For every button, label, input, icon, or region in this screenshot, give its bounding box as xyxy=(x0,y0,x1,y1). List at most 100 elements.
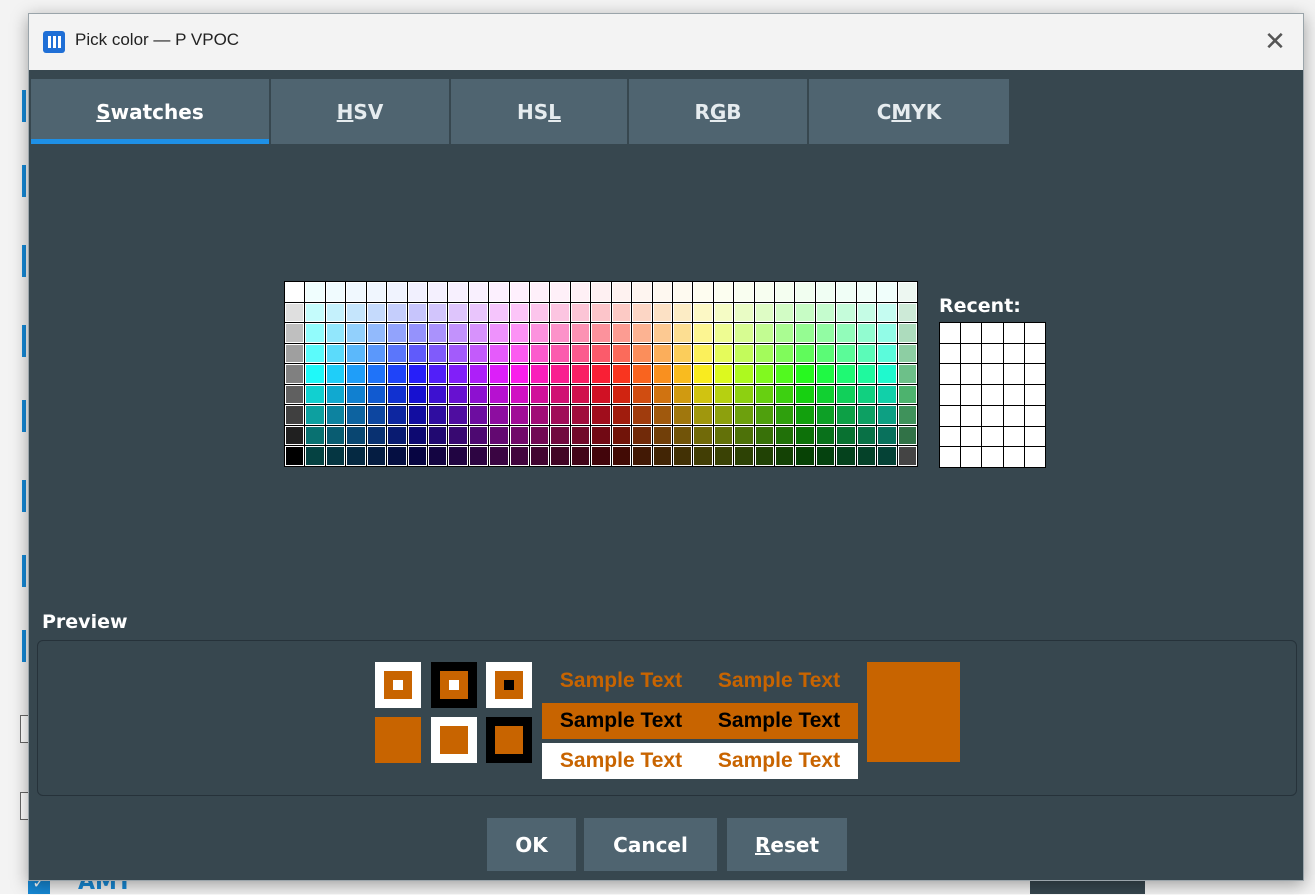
swatch-cell[interactable] xyxy=(468,343,489,364)
swatch-cell[interactable] xyxy=(427,446,448,466)
swatch-cell[interactable] xyxy=(632,446,652,466)
swatch-cell[interactable] xyxy=(672,405,693,425)
swatch-cell[interactable] xyxy=(897,282,917,302)
close-icon[interactable]: ✕ xyxy=(1255,22,1295,62)
swatch-cell[interactable] xyxy=(346,384,366,405)
swatch-cell[interactable] xyxy=(387,323,407,343)
swatch-cell[interactable] xyxy=(325,323,346,343)
swatch-cell[interactable] xyxy=(713,323,734,343)
swatch-cell[interactable] xyxy=(897,364,917,384)
swatch-cell[interactable] xyxy=(468,302,489,323)
swatch-cell[interactable] xyxy=(448,405,468,425)
recent-swatch-cell[interactable] xyxy=(982,343,1003,364)
swatch-cell[interactable] xyxy=(570,323,591,343)
swatch-cell[interactable] xyxy=(836,323,856,343)
swatch-cell[interactable] xyxy=(285,446,305,466)
swatch-cell[interactable] xyxy=(815,384,836,405)
swatch-cell[interactable] xyxy=(815,323,836,343)
swatch-cell[interactable] xyxy=(550,323,570,343)
swatch-cell[interactable] xyxy=(795,405,815,425)
swatch-cell[interactable] xyxy=(285,384,305,405)
swatch-cell[interactable] xyxy=(754,364,775,384)
swatch-cell[interactable] xyxy=(285,282,305,302)
recent-swatch-cell[interactable] xyxy=(961,447,982,467)
swatch-cell[interactable] xyxy=(550,446,570,466)
swatch-cell[interactable] xyxy=(387,446,407,466)
swatch-cell[interactable] xyxy=(550,405,570,425)
swatch-cell[interactable] xyxy=(550,384,570,405)
swatch-cell[interactable] xyxy=(815,425,836,446)
swatch-cell[interactable] xyxy=(734,384,754,405)
swatch-cell[interactable] xyxy=(509,282,530,302)
swatch-cell[interactable] xyxy=(530,323,550,343)
swatch-cell[interactable] xyxy=(836,446,856,466)
swatch-cell[interactable] xyxy=(632,384,652,405)
swatch-cell[interactable] xyxy=(387,364,407,384)
swatch-cell[interactable] xyxy=(407,323,427,343)
swatch-cell[interactable] xyxy=(775,384,795,405)
swatch-cell[interactable] xyxy=(815,343,836,364)
swatch-cell[interactable] xyxy=(815,302,836,323)
swatch-cell[interactable] xyxy=(713,282,734,302)
swatch-cell[interactable] xyxy=(672,282,693,302)
swatch-cell[interactable] xyxy=(489,282,509,302)
recent-swatch-cell[interactable] xyxy=(982,364,1003,385)
swatch-cell[interactable] xyxy=(856,446,877,466)
recent-swatch-cell[interactable] xyxy=(1024,385,1045,405)
swatch-cell[interactable] xyxy=(468,405,489,425)
swatch-cell[interactable] xyxy=(305,323,325,343)
swatch-cell[interactable] xyxy=(693,425,713,446)
swatch-cell[interactable] xyxy=(366,282,387,302)
recent-swatch-cell[interactable] xyxy=(1024,343,1045,364)
swatch-cell[interactable] xyxy=(754,323,775,343)
swatch-cell[interactable] xyxy=(570,302,591,323)
swatch-cell[interactable] xyxy=(305,302,325,323)
swatch-cell[interactable] xyxy=(672,384,693,405)
swatch-cell[interactable] xyxy=(530,446,550,466)
swatch-cell[interactable] xyxy=(795,302,815,323)
recent-swatch-cell[interactable] xyxy=(1024,447,1045,467)
swatch-cell[interactable] xyxy=(591,302,611,323)
swatch-cell[interactable] xyxy=(713,364,734,384)
swatch-cell[interactable] xyxy=(775,282,795,302)
swatch-cell[interactable] xyxy=(591,343,611,364)
swatch-cell[interactable] xyxy=(897,425,917,446)
swatch-cell[interactable] xyxy=(856,425,877,446)
swatch-cell[interactable] xyxy=(427,384,448,405)
swatch-cell[interactable] xyxy=(897,384,917,405)
swatch-cell[interactable] xyxy=(285,364,305,384)
swatch-cell[interactable] xyxy=(509,343,530,364)
swatch-cell[interactable] xyxy=(305,405,325,425)
swatch-cell[interactable] xyxy=(877,323,897,343)
swatch-cell[interactable] xyxy=(570,282,591,302)
swatch-cell[interactable] xyxy=(366,364,387,384)
swatch-cell[interactable] xyxy=(550,364,570,384)
swatch-cell[interactable] xyxy=(550,425,570,446)
swatch-cell[interactable] xyxy=(325,425,346,446)
swatch-cell[interactable] xyxy=(285,302,305,323)
swatch-cell[interactable] xyxy=(509,364,530,384)
tab-swatches[interactable]: Swatches xyxy=(31,79,269,144)
ok-button[interactable]: OK xyxy=(487,818,576,871)
swatch-cell[interactable] xyxy=(427,364,448,384)
swatch-cell[interactable] xyxy=(448,302,468,323)
swatch-cell[interactable] xyxy=(387,384,407,405)
swatch-cell[interactable] xyxy=(836,425,856,446)
swatch-cell[interactable] xyxy=(325,384,346,405)
swatch-cell[interactable] xyxy=(591,282,611,302)
recent-swatch-cell[interactable] xyxy=(1024,426,1045,447)
swatch-cell[interactable] xyxy=(489,302,509,323)
tab-hsl[interactable]: HS L xyxy=(451,79,627,144)
swatch-cell[interactable] xyxy=(366,405,387,425)
swatch-cell[interactable] xyxy=(611,384,632,405)
swatch-cell[interactable] xyxy=(856,282,877,302)
swatch-cell[interactable] xyxy=(489,343,509,364)
swatch-cell[interactable] xyxy=(407,384,427,405)
swatch-cell[interactable] xyxy=(468,364,489,384)
swatch-cell[interactable] xyxy=(897,323,917,343)
swatch-cell[interactable] xyxy=(775,364,795,384)
swatch-cell[interactable] xyxy=(489,323,509,343)
swatch-cell[interactable] xyxy=(285,425,305,446)
swatch-cell[interactable] xyxy=(754,425,775,446)
swatch-cell[interactable] xyxy=(489,364,509,384)
